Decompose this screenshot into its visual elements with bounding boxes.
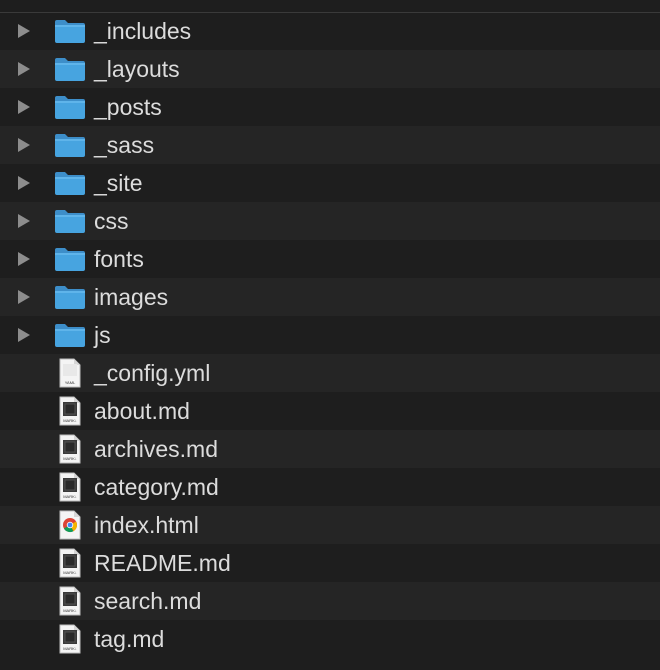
markdown-file-icon: MARK↓	[59, 396, 81, 426]
folder-row[interactable]: fonts	[0, 240, 660, 278]
item-name: _layouts	[94, 56, 180, 82]
item-name: _config.yml	[94, 360, 211, 386]
item-name: _sass	[94, 132, 155, 158]
folder-icon	[55, 248, 85, 271]
folder-row[interactable]: _sass	[0, 126, 660, 164]
markdown-file-icon: MARK↓	[59, 624, 81, 654]
item-name: css	[94, 208, 129, 234]
finder-list-window: _includes _layouts _posts _sass _sitecss font…	[0, 0, 660, 670]
file-row[interactable]: MARK↓ about.md	[0, 392, 660, 430]
item-name: images	[94, 284, 169, 310]
item-name: _posts	[94, 94, 162, 120]
svg-text:MARK↓: MARK↓	[63, 646, 77, 651]
folder-icon	[55, 172, 85, 195]
svg-text:MARK↓: MARK↓	[63, 418, 77, 423]
item-name: index.html	[94, 512, 199, 538]
disclosure-triangle-icon[interactable]	[18, 290, 30, 304]
markdown-file-icon: MARK↓	[59, 472, 81, 502]
yaml-file-icon: YAML	[59, 358, 81, 388]
item-name: README.md	[94, 550, 231, 576]
item-name: _site	[94, 170, 143, 196]
markdown-file-icon: MARK↓	[59, 548, 81, 578]
folder-icon	[55, 20, 85, 43]
folder-row[interactable]: _layouts	[0, 50, 660, 88]
item-name: category.md	[94, 474, 219, 500]
folder-icon	[55, 286, 85, 309]
disclosure-triangle-icon[interactable]	[18, 24, 30, 38]
disclosure-triangle-icon[interactable]	[18, 328, 30, 342]
svg-text:MARK↓: MARK↓	[63, 494, 77, 499]
svg-text:MARK↓: MARK↓	[63, 570, 77, 575]
svg-text:MARK↓: MARK↓	[63, 456, 77, 461]
folder-row[interactable]: js	[0, 316, 660, 354]
folder-row[interactable]: _site	[0, 164, 660, 202]
folder-icon	[55, 324, 85, 347]
file-row[interactable]: index.html	[0, 506, 660, 544]
disclosure-triangle-icon[interactable]	[18, 62, 30, 76]
item-name: search.md	[94, 588, 202, 614]
folder-row[interactable]: _posts	[0, 88, 660, 126]
item-name: _includes	[94, 18, 192, 44]
file-row[interactable]: YAML _config.yml	[0, 354, 660, 392]
item-name: fonts	[94, 246, 144, 272]
folder-row[interactable]: css	[0, 202, 660, 240]
disclosure-triangle-icon[interactable]	[18, 176, 30, 190]
folder-icon	[55, 210, 85, 233]
disclosure-triangle-icon[interactable]	[18, 252, 30, 266]
item-name: about.md	[94, 398, 190, 424]
file-row[interactable]: MARK↓ tag.md	[0, 620, 660, 658]
file-row[interactable]: MARK↓ README.md	[0, 544, 660, 582]
folder-row[interactable]: _includes	[0, 12, 660, 50]
chrome-html-file-icon	[59, 510, 81, 540]
disclosure-triangle-icon[interactable]	[18, 214, 30, 228]
disclosure-triangle-icon[interactable]	[18, 100, 30, 114]
item-name: tag.md	[94, 626, 165, 652]
folder-icon	[55, 58, 85, 81]
file-row[interactable]: MARK↓ category.md	[0, 468, 660, 506]
svg-text:YAML: YAML	[65, 380, 76, 385]
file-list: _includes _layouts _posts _sass _sitecss font…	[0, 12, 660, 658]
file-row[interactable]: MARK↓ archives.md	[0, 430, 660, 468]
item-name: archives.md	[94, 436, 218, 462]
markdown-file-icon: MARK↓	[59, 586, 81, 616]
folder-icon	[55, 96, 85, 119]
folder-icon	[55, 134, 85, 157]
svg-text:MARK↓: MARK↓	[63, 608, 77, 613]
markdown-file-icon: MARK↓	[59, 434, 81, 464]
file-row[interactable]: MARK↓ search.md	[0, 582, 660, 620]
folder-row[interactable]: images	[0, 278, 660, 316]
item-name: js	[94, 322, 111, 348]
disclosure-triangle-icon[interactable]	[18, 138, 30, 152]
